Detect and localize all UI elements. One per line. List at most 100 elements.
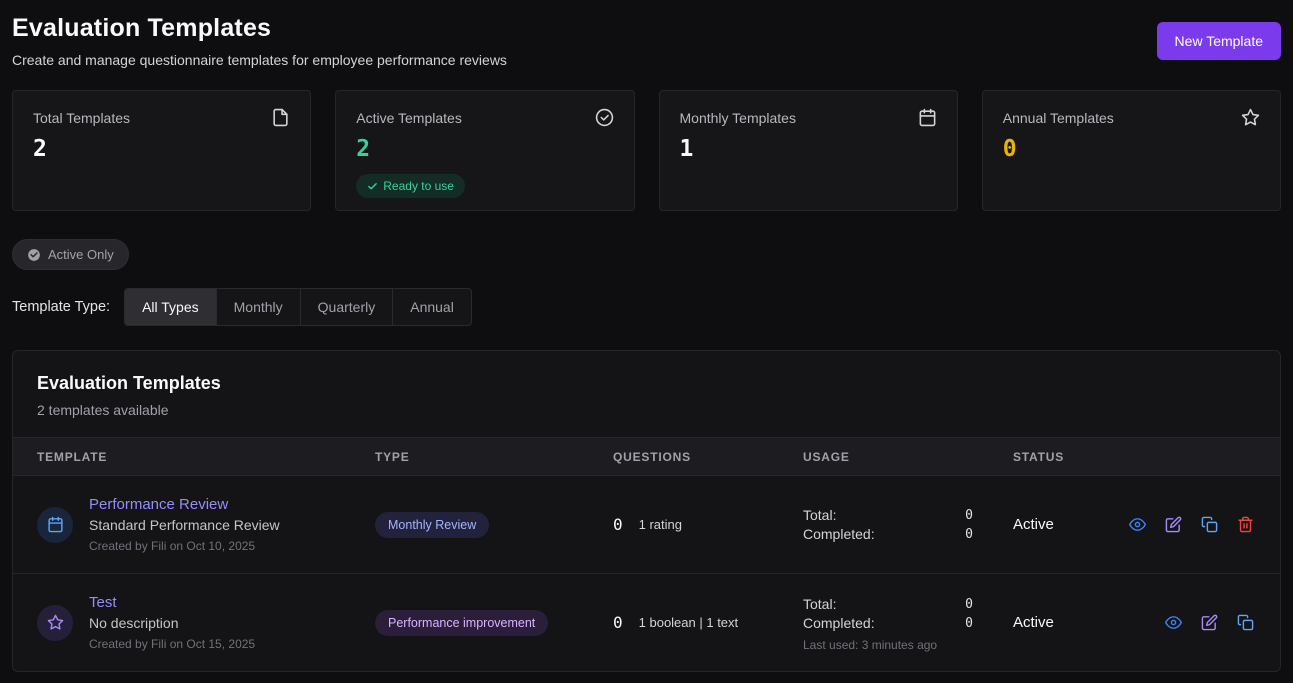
template-info: Performance Review Standard Performance …: [89, 496, 280, 553]
eye-icon: [1129, 516, 1146, 533]
column-header-type: TYPE: [375, 450, 613, 464]
calendar-icon: [918, 108, 937, 127]
active-only-label: Active Only: [48, 247, 114, 262]
column-header-status: STATUS: [1013, 450, 1123, 464]
delete-button[interactable]: [1235, 514, 1256, 535]
questions-count: 0: [613, 613, 623, 632]
table-row: Performance Review Standard Performance …: [13, 475, 1280, 573]
template-name-link[interactable]: Test: [89, 594, 255, 611]
stat-value: 2: [356, 136, 613, 162]
type-cell: Monthly Review: [375, 512, 613, 538]
table-column-headers: TEMPLATE TYPE QUESTIONS USAGE STATUS: [13, 437, 1280, 475]
stat-card-monthly-templates: Monthly Templates 1: [659, 90, 958, 211]
usage-last-used: Last used: 3 minutes ago: [803, 638, 973, 652]
column-header-questions: QUESTIONS: [613, 450, 803, 464]
status-badge: Active: [1013, 614, 1054, 631]
eye-icon: [1165, 614, 1182, 631]
page-title: Evaluation Templates: [12, 14, 507, 43]
view-button[interactable]: [1163, 612, 1184, 633]
star-icon: [1241, 108, 1260, 127]
template-type-label: Template Type:: [12, 299, 110, 315]
questions-detail: 1 boolean | 1 text: [639, 615, 739, 630]
usage-total-value: 0: [965, 597, 973, 612]
usage-total-value: 0: [965, 508, 973, 523]
view-button[interactable]: [1127, 514, 1148, 535]
ready-badge-label: Ready to use: [383, 179, 454, 193]
table-header: Evaluation Templates 2 templates availab…: [13, 351, 1280, 437]
copy-icon: [1201, 516, 1218, 533]
stat-value: 0: [1003, 136, 1260, 162]
table-row: Test No description Created by Fili on O…: [13, 573, 1280, 671]
tab-quarterly[interactable]: Quarterly: [301, 289, 394, 325]
stat-value: 1: [680, 136, 937, 162]
type-badge: Performance improvement: [375, 610, 548, 636]
star-icon: [47, 614, 64, 631]
usage-total-label: Total:: [803, 507, 836, 523]
stat-card-total-templates: Total Templates 2: [12, 90, 311, 211]
check-circle-icon: [27, 248, 41, 262]
questions-cell: 0 1 rating: [613, 515, 803, 534]
questions-detail: 1 rating: [639, 517, 682, 532]
stat-card-annual-templates: Annual Templates 0: [982, 90, 1281, 211]
template-cell: Test No description Created by Fili on O…: [37, 594, 375, 651]
actions-cell: [1123, 612, 1256, 633]
template-created: Created by Fili on Oct 15, 2025: [89, 637, 255, 651]
template-name-link[interactable]: Performance Review: [89, 496, 280, 513]
stat-label: Monthly Templates: [680, 110, 796, 126]
edit-button[interactable]: [1163, 514, 1184, 535]
templates-table-card: Evaluation Templates 2 templates availab…: [12, 350, 1281, 672]
stat-label: Total Templates: [33, 110, 130, 126]
template-created: Created by Fili on Oct 10, 2025: [89, 539, 280, 553]
check-circle-icon: [595, 108, 614, 127]
new-template-button[interactable]: New Template: [1157, 22, 1281, 60]
document-icon: [271, 108, 290, 127]
questions-cell: 0 1 boolean | 1 text: [613, 613, 803, 632]
edit-pencil-icon: [1201, 614, 1218, 631]
status-cell: Active: [1013, 516, 1123, 534]
page-subtitle: Create and manage questionnaire template…: [12, 52, 507, 68]
questions-count: 0: [613, 515, 623, 534]
actions-cell: [1123, 514, 1256, 535]
type-badge: Monthly Review: [375, 512, 489, 538]
ready-to-use-badge: Ready to use: [356, 174, 465, 198]
usage-completed-value: 0: [965, 616, 973, 631]
page-header-text: Evaluation Templates Create and manage q…: [12, 14, 507, 68]
usage-completed-value: 0: [965, 527, 973, 542]
stat-label: Annual Templates: [1003, 110, 1114, 126]
stats-row: Total Templates 2 Active Templates 2 Rea…: [12, 90, 1281, 211]
calendar-icon: [47, 516, 64, 533]
template-avatar: [37, 507, 73, 543]
edit-button[interactable]: [1199, 612, 1220, 633]
check-icon: [367, 181, 378, 192]
status-cell: Active: [1013, 614, 1123, 632]
usage-completed-label: Completed:: [803, 615, 875, 631]
edit-pencil-icon: [1165, 516, 1182, 533]
tab-monthly[interactable]: Monthly: [217, 289, 301, 325]
stat-card-active-templates: Active Templates 2 Ready to use: [335, 90, 634, 211]
table-title: Evaluation Templates: [37, 373, 1256, 394]
usage-cell: Total: 0 Completed: 0: [803, 504, 973, 545]
page-header: Evaluation Templates Create and manage q…: [12, 14, 1281, 68]
duplicate-button[interactable]: [1235, 612, 1256, 633]
tab-all-types[interactable]: All Types: [125, 289, 217, 325]
active-only-filter-chip[interactable]: Active Only: [12, 239, 129, 270]
template-description: Standard Performance Review: [89, 517, 280, 533]
column-header-usage: USAGE: [803, 450, 1013, 464]
stat-value: 2: [33, 136, 290, 162]
template-type-filter: Template Type: All Types Monthly Quarter…: [12, 288, 1281, 326]
status-badge: Active: [1013, 516, 1054, 533]
usage-total-label: Total:: [803, 596, 836, 612]
duplicate-button[interactable]: [1199, 514, 1220, 535]
type-cell: Performance improvement: [375, 610, 613, 636]
evaluation-templates-page: Evaluation Templates Create and manage q…: [0, 0, 1293, 672]
table-subtitle: 2 templates available: [37, 402, 1256, 418]
copy-icon: [1237, 614, 1254, 631]
usage-cell: Total: 0 Completed: 0 Last used: 3 minut…: [803, 593, 973, 652]
filter-chip-row: Active Only: [12, 239, 1281, 270]
template-cell: Performance Review Standard Performance …: [37, 496, 375, 553]
tab-annual[interactable]: Annual: [393, 289, 471, 325]
template-type-tabs: All Types Monthly Quarterly Annual: [124, 288, 472, 326]
template-description: No description: [89, 615, 255, 631]
usage-completed-label: Completed:: [803, 526, 875, 542]
stat-label: Active Templates: [356, 110, 462, 126]
